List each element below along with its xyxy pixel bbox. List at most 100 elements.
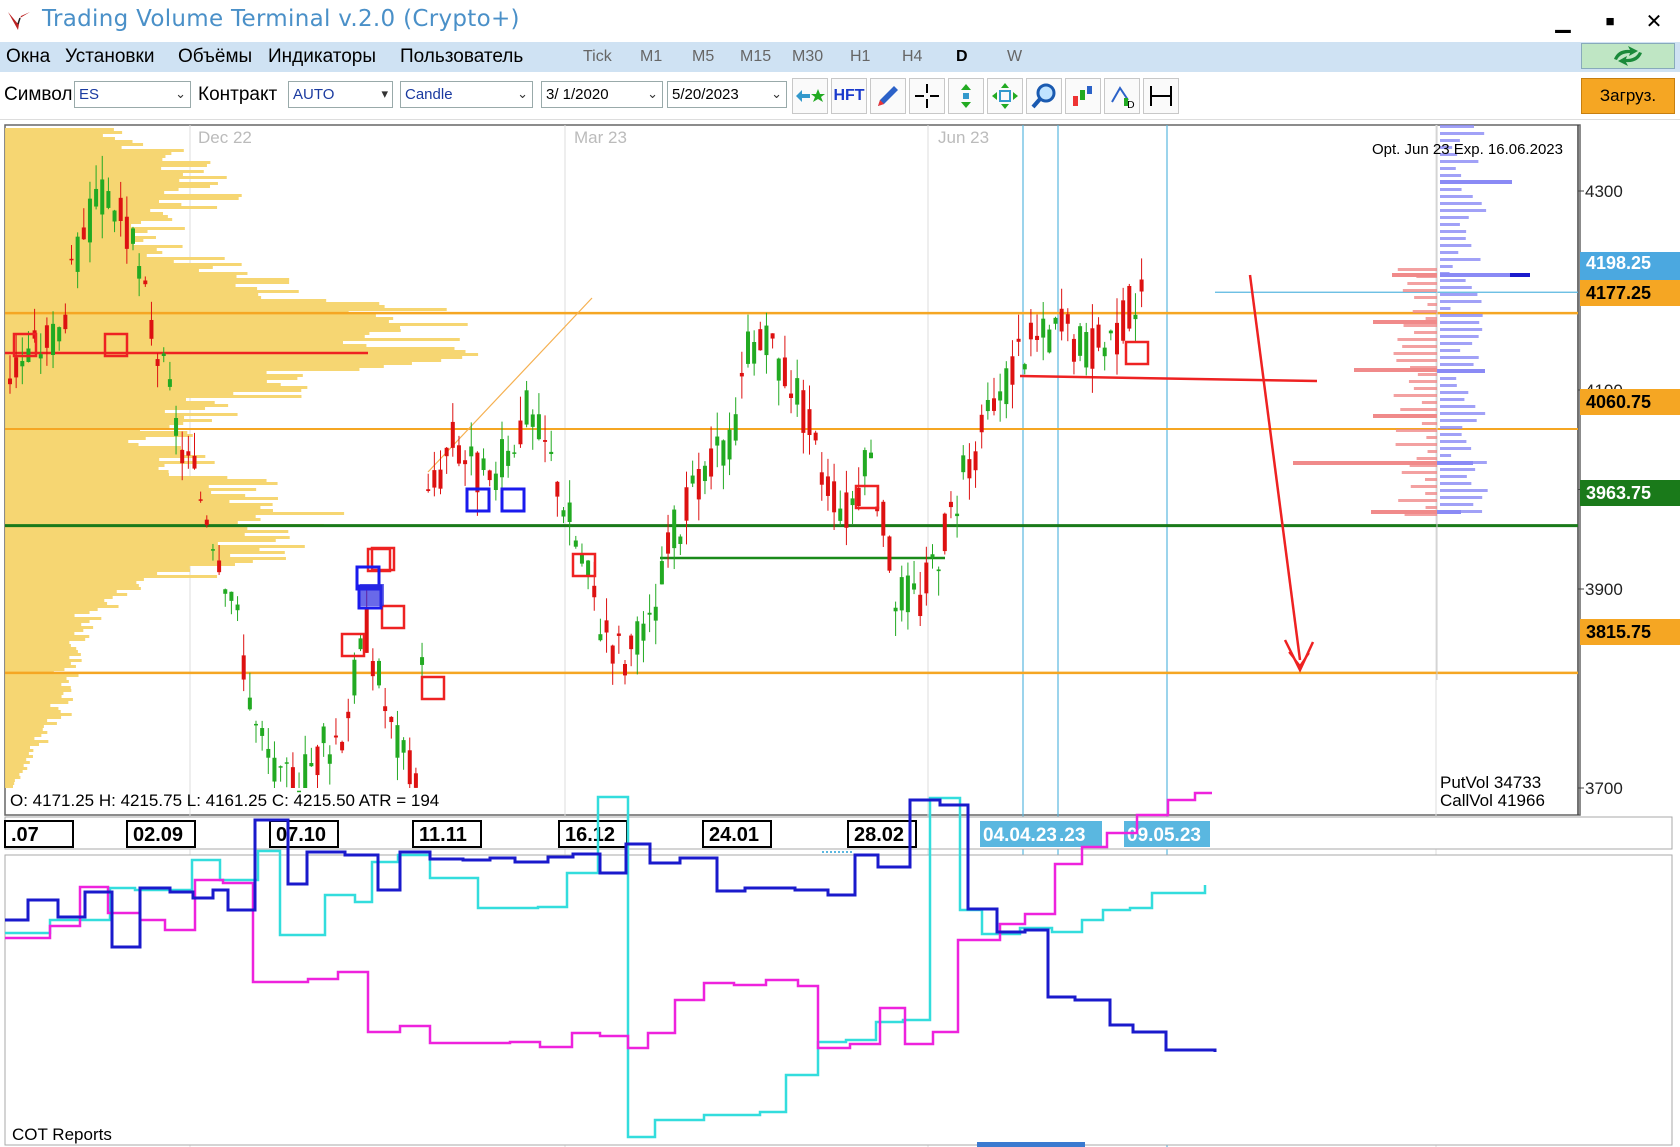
call-bar bbox=[1440, 209, 1487, 212]
candle-body bbox=[186, 451, 191, 456]
contract-select[interactable]: AUTO ▾ bbox=[288, 81, 393, 108]
candle-body bbox=[303, 754, 308, 788]
timeframe-d[interactable]: D bbox=[956, 48, 968, 66]
candle-body bbox=[407, 750, 412, 785]
date-box-label: 24.01 bbox=[709, 824, 759, 846]
price-tick-label: 4300 bbox=[1585, 182, 1623, 201]
timeframe-m5[interactable]: M5 bbox=[692, 48, 714, 66]
timeframe-h4[interactable]: H4 bbox=[902, 48, 922, 66]
date-box-label: 11.11 bbox=[419, 824, 467, 846]
call-bar bbox=[1440, 195, 1473, 198]
toolbar: Символ ES ⌄ Контракт AUTO ▾ Candle ⌄ 3/ … bbox=[0, 72, 1680, 120]
pan-button[interactable] bbox=[987, 78, 1023, 114]
candle-body bbox=[518, 420, 523, 445]
timeframe-m30[interactable]: M30 bbox=[792, 48, 823, 66]
menu-windows[interactable]: Окна bbox=[6, 46, 50, 68]
put-bar bbox=[1426, 436, 1437, 439]
delta-button[interactable]: D bbox=[1104, 78, 1140, 114]
symbol-select[interactable]: ES ⌄ bbox=[74, 81, 191, 108]
call-bar bbox=[1440, 314, 1483, 317]
candle-body bbox=[524, 390, 529, 425]
price-mark-label: 3815.75 bbox=[1586, 622, 1651, 642]
sync-button[interactable] bbox=[1581, 43, 1675, 69]
candle-body bbox=[887, 536, 892, 571]
candle-body bbox=[340, 741, 345, 751]
candle-body bbox=[549, 451, 554, 455]
title-bar: Trading Volume Terminal v.2.0 (Crypto+) … bbox=[0, 0, 1680, 42]
vertical-zoom-button[interactable] bbox=[948, 78, 984, 114]
timeframe-h1[interactable]: H1 bbox=[850, 48, 870, 66]
candle-body bbox=[389, 716, 394, 723]
menu-user[interactable]: Пользователь bbox=[400, 46, 523, 68]
minimize-button[interactable]: ▁ bbox=[1541, 6, 1585, 36]
candle-body bbox=[370, 661, 375, 677]
call-bar bbox=[1440, 496, 1483, 499]
candle-body bbox=[856, 487, 861, 507]
candle-body bbox=[702, 465, 707, 482]
maximize-button[interactable]: ■ bbox=[1588, 6, 1632, 36]
cot-scroll-indicator bbox=[977, 1142, 1085, 1147]
load-button[interactable]: Загруз. bbox=[1581, 78, 1675, 114]
chart-type-select[interactable]: Candle ⌄ bbox=[400, 81, 533, 108]
timeframe-w[interactable]: W bbox=[1007, 48, 1022, 66]
call-bar bbox=[1440, 454, 1452, 457]
menu-settings[interactable]: Установки bbox=[65, 46, 154, 68]
hft-button[interactable]: HFT bbox=[831, 78, 867, 114]
candle-body bbox=[284, 762, 289, 764]
call-bar bbox=[1440, 391, 1469, 394]
call-bar bbox=[1440, 230, 1467, 233]
call-bar bbox=[1440, 265, 1453, 268]
crosshair-button[interactable] bbox=[909, 78, 945, 114]
put-bar bbox=[1421, 422, 1437, 425]
call-bar bbox=[1440, 377, 1457, 380]
candle-body bbox=[973, 451, 978, 471]
chevron-down-icon: ⌄ bbox=[175, 86, 186, 101]
call-bar bbox=[1440, 237, 1466, 240]
timeframe-m1[interactable]: M1 bbox=[640, 48, 662, 66]
put-bar bbox=[1395, 429, 1437, 432]
footprint-button[interactable] bbox=[1065, 78, 1101, 114]
menu-bar: Окна Установки Объёмы Индикаторы Пользов… bbox=[0, 42, 1680, 72]
price-tick-label: 3700 bbox=[1585, 779, 1623, 798]
candle-body bbox=[463, 460, 468, 465]
put-volume-text: PutVol 34733 bbox=[1440, 773, 1541, 792]
date-from-picker[interactable]: 3/ 1/2020 ⌄ bbox=[541, 81, 663, 108]
candle-body bbox=[1010, 356, 1015, 385]
menu-volumes[interactable]: Объёмы bbox=[178, 46, 252, 68]
blue-marker-fill bbox=[360, 584, 384, 606]
draw-tool-button[interactable] bbox=[870, 78, 906, 114]
chart-area[interactable]: Dec 22 Mar 23 Jun 23 Opt. Jun 23 Exp. 16.06… bbox=[0, 120, 1680, 1147]
call-bar bbox=[1440, 489, 1488, 492]
put-bar bbox=[1354, 368, 1437, 372]
candle-body bbox=[290, 767, 295, 788]
candle-body bbox=[1041, 318, 1046, 338]
call-bar bbox=[1440, 307, 1451, 310]
date-to-picker[interactable]: 5/20/2023 ⌄ bbox=[667, 81, 787, 108]
candle-body bbox=[143, 280, 148, 285]
move-icon bbox=[992, 83, 1018, 109]
put-bar bbox=[1371, 510, 1437, 514]
scroll-tool-button[interactable] bbox=[792, 78, 828, 114]
call-bar bbox=[1440, 132, 1485, 135]
call-bar bbox=[1440, 398, 1465, 401]
candle-body bbox=[924, 562, 929, 594]
close-button[interactable]: ✕ bbox=[1632, 6, 1676, 36]
candle-body bbox=[321, 726, 326, 744]
candle-body bbox=[278, 766, 283, 768]
menu-indicators[interactable]: Индикаторы bbox=[268, 46, 376, 68]
timeframe-m15[interactable]: M15 bbox=[740, 48, 771, 66]
candle-body bbox=[598, 634, 603, 641]
candle-body bbox=[678, 536, 683, 545]
candle-body bbox=[377, 660, 381, 686]
zoom-button[interactable] bbox=[1026, 78, 1062, 114]
candle-body bbox=[850, 498, 855, 506]
candle-body bbox=[481, 458, 486, 471]
range-button[interactable] bbox=[1143, 78, 1179, 114]
candle-body bbox=[629, 635, 634, 650]
candle-body bbox=[333, 735, 338, 738]
timeframe-tick[interactable]: Tick bbox=[583, 48, 612, 66]
candle-body bbox=[1065, 314, 1070, 324]
range-icon bbox=[1150, 86, 1172, 106]
call-bar bbox=[1440, 174, 1462, 177]
candle-body bbox=[124, 216, 129, 249]
